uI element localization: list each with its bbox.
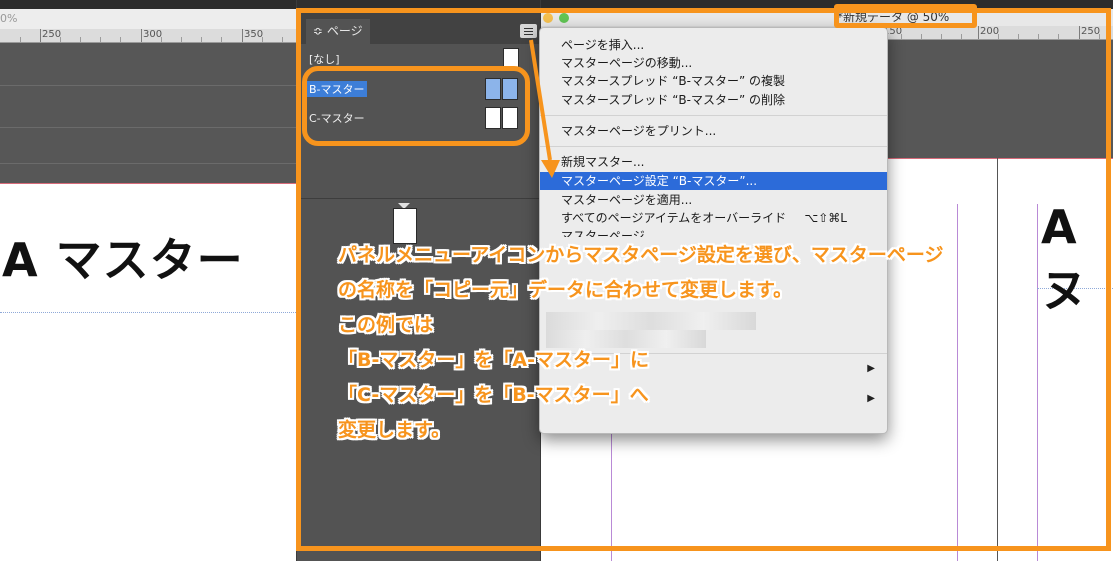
annotation-text: パネルメニューアイコンからマスタページ設定を選び、マスターページ の名称を「コピ… [338,238,1098,448]
annotation-line: パネルメニューアイコンからマスタページ設定を選び、マスターページ [338,244,944,266]
annotation-line: この例では [338,314,434,336]
annotation-line: 変更します。 [338,419,451,441]
arrow-shaft [529,39,552,161]
arrow-head [541,160,560,178]
annotation-line: 「C-マスター」を「B-マスター」へ [338,384,649,406]
annotation-line: の名称を「コピー元」データに合わせて変更します。 [338,279,793,301]
annotation-line: 「B-マスター」を「A-マスター」に [338,349,649,371]
screenshot-root: 0% 250 300 350 A マスター ≎ ページ [なし] B-マスター … [0,0,1113,561]
